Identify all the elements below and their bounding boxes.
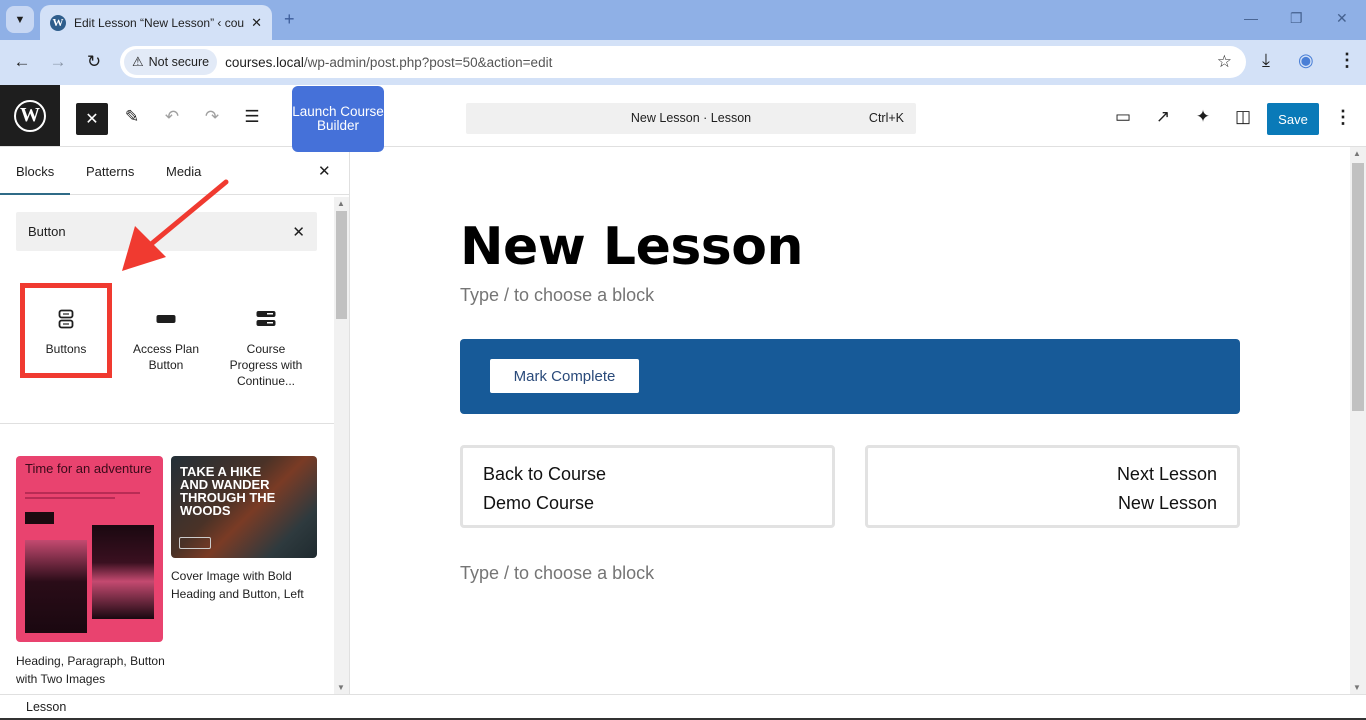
browser-menu-icon[interactable]: ⋮ bbox=[1338, 50, 1356, 71]
undo-icon[interactable]: ↶ bbox=[160, 107, 184, 127]
view-post-icon[interactable]: ↗ bbox=[1151, 107, 1175, 127]
scrollbar-thumb[interactable] bbox=[336, 211, 347, 319]
wordpress-favicon-icon: W bbox=[50, 14, 66, 31]
breadcrumb-item[interactable]: Lesson bbox=[26, 700, 66, 714]
tab-media[interactable]: Media bbox=[166, 164, 201, 179]
document-title: New Lesson · Lesson bbox=[630, 111, 752, 125]
block-inserter-panel: Blocks Patterns Media ✕ ✕ Buttons Access… bbox=[0, 147, 350, 694]
pattern-label[interactable]: Cover Image with Bold Heading and Button… bbox=[171, 567, 321, 603]
tab-patterns[interactable]: Patterns bbox=[86, 164, 134, 179]
pencil-tools-icon[interactable]: ✎ bbox=[120, 107, 144, 127]
forward-icon[interactable]: → bbox=[47, 52, 69, 72]
block-label: Course Progress with Continue... bbox=[229, 342, 303, 388]
security-label: Not secure bbox=[148, 55, 210, 69]
preview-button bbox=[179, 537, 211, 549]
command-palette[interactable]: New Lesson · Lesson Ctrl+K bbox=[466, 103, 916, 134]
close-icon: ✕ bbox=[85, 111, 99, 128]
card-label: Back to Course bbox=[483, 464, 607, 484]
pattern-preview-heading: TAKE A HIKE AND WANDER THROUGH THE WOODS bbox=[180, 464, 276, 518]
scroll-up-icon[interactable]: ▲ bbox=[337, 199, 345, 208]
pattern-preview-two-images[interactable]: Time for an adventure bbox=[16, 456, 163, 642]
save-button[interactable]: Save bbox=[1267, 103, 1319, 135]
url-path: /wp-admin/post.php?post=50&action=edit bbox=[303, 54, 553, 70]
card-value: Demo Course bbox=[483, 493, 595, 513]
pattern-label[interactable]: Heading, Paragraph, Button with Two Imag… bbox=[16, 652, 166, 688]
pattern-preview-heading: Time for an adventure bbox=[25, 461, 152, 476]
tab-search-button[interactable]: ▼ bbox=[6, 6, 34, 33]
tab-blocks[interactable]: Blocks bbox=[0, 164, 71, 195]
editor-header: W ✕ ✎ ↶ ↷ ☰ New Lesson · Lesson Ctrl+K ▭… bbox=[0, 85, 1366, 147]
block-placeholder[interactable]: Type / to choose a block bbox=[460, 563, 654, 584]
download-icon[interactable]: ⤓ bbox=[1262, 50, 1270, 71]
browser-tabstrip: ▼ W Edit Lesson “New Lesson” ‹ cou ✕ + —… bbox=[0, 0, 1366, 40]
shortcut-hint: Ctrl+K bbox=[868, 111, 904, 125]
chevron-down-icon: ▼ bbox=[14, 13, 26, 26]
post-title[interactable]: New Lesson bbox=[460, 217, 803, 277]
new-tab-button[interactable]: + bbox=[284, 9, 295, 30]
preview-text-line bbox=[25, 497, 115, 499]
block-breadcrumb-bar: Lesson bbox=[0, 694, 1366, 720]
block-label: Access Plan Button bbox=[132, 342, 200, 372]
scrollbar-thumb[interactable] bbox=[1352, 163, 1364, 411]
close-panel-icon[interactable]: ✕ bbox=[318, 162, 331, 180]
close-tab-icon[interactable]: ✕ bbox=[251, 15, 262, 31]
preview-button bbox=[25, 512, 54, 524]
block-placeholder[interactable]: Type / to choose a block bbox=[460, 285, 654, 306]
editor-canvas: New Lesson Type / to choose a block Mark… bbox=[351, 147, 1350, 694]
minimize-icon[interactable]: — bbox=[1244, 10, 1258, 26]
reload-icon[interactable]: ↻ bbox=[83, 52, 105, 72]
next-lesson-card[interactable]: Next Lesson New Lesson bbox=[865, 445, 1240, 528]
url-host: courses.local bbox=[225, 54, 304, 70]
tab-title: Edit Lesson “New Lesson” ‹ cou bbox=[74, 15, 245, 30]
panel-scrollbar[interactable]: ▲ ▼ bbox=[334, 197, 349, 694]
back-to-course-card[interactable]: Back to Course Demo Course bbox=[460, 445, 835, 528]
block-item-access-plan-button[interactable]: Access Plan Button bbox=[121, 287, 211, 377]
launch-course-builder-button[interactable]: Launch Course Builder bbox=[292, 86, 384, 152]
extension-icon[interactable]: ◉ bbox=[1298, 50, 1314, 71]
mark-complete-block[interactable]: Mark Complete bbox=[460, 339, 1240, 414]
browser-tab[interactable]: W Edit Lesson “New Lesson” ‹ cou ✕ bbox=[40, 5, 272, 40]
options-menu-icon[interactable]: ⋮ bbox=[1334, 107, 1352, 128]
scroll-down-icon[interactable]: ▼ bbox=[337, 683, 345, 692]
pattern-preview-cover-image[interactable]: TAKE A HIKE AND WANDER THROUGH THE WOODS bbox=[171, 456, 317, 558]
restore-icon[interactable]: ❐ bbox=[1290, 10, 1303, 27]
preview-image-falls bbox=[92, 525, 154, 619]
device-preview-icon[interactable]: ▭ bbox=[1111, 107, 1135, 127]
clear-search-icon[interactable]: ✕ bbox=[292, 223, 305, 241]
bookmark-star-icon[interactable]: ☆ bbox=[1217, 52, 1232, 72]
close-inserter-button[interactable]: ✕ bbox=[76, 103, 108, 135]
wordpress-icon: W bbox=[14, 99, 46, 132]
url-text[interactable]: courses.local/wp-admin/post.php?post=50&… bbox=[225, 55, 552, 70]
button-icon bbox=[121, 305, 211, 333]
scroll-up-icon[interactable]: ▲ bbox=[1353, 149, 1361, 158]
course-progress-icon bbox=[221, 305, 311, 333]
settings-sidebar-icon[interactable]: ◫ bbox=[1231, 107, 1255, 127]
card-value: New Lesson bbox=[1117, 493, 1217, 513]
launch-rocket-icon[interactable]: ✦ bbox=[1191, 107, 1215, 127]
preview-text-line bbox=[25, 492, 140, 494]
annotation-highlight-box bbox=[20, 283, 112, 378]
block-search: ✕ bbox=[16, 212, 317, 251]
mark-complete-button[interactable]: Mark Complete bbox=[490, 359, 639, 393]
canvas-scrollbar[interactable]: ▲ ▼ bbox=[1350, 147, 1366, 694]
document-overview-icon[interactable]: ☰ bbox=[240, 107, 264, 127]
close-window-icon[interactable]: ✕ bbox=[1336, 10, 1348, 27]
warning-icon: ⚠ bbox=[132, 54, 144, 69]
block-search-input[interactable] bbox=[28, 224, 293, 239]
card-label: Next Lesson bbox=[1116, 464, 1217, 484]
wordpress-logo[interactable]: W bbox=[0, 85, 60, 146]
redo-icon[interactable]: ↷ bbox=[200, 107, 224, 127]
security-chip[interactable]: ⚠ Not secure bbox=[124, 49, 218, 75]
address-bar[interactable]: ⚠ Not secure courses.local/wp-admin/post… bbox=[120, 46, 1246, 78]
inserter-tabs: Blocks Patterns Media ✕ bbox=[0, 147, 350, 195]
section-divider bbox=[0, 423, 334, 424]
back-icon[interactable]: ← bbox=[11, 52, 33, 72]
scroll-down-icon[interactable]: ▼ bbox=[1353, 683, 1361, 692]
preview-image-waterfall bbox=[25, 540, 87, 633]
block-item-course-progress[interactable]: Course Progress with Continue... bbox=[221, 287, 311, 388]
